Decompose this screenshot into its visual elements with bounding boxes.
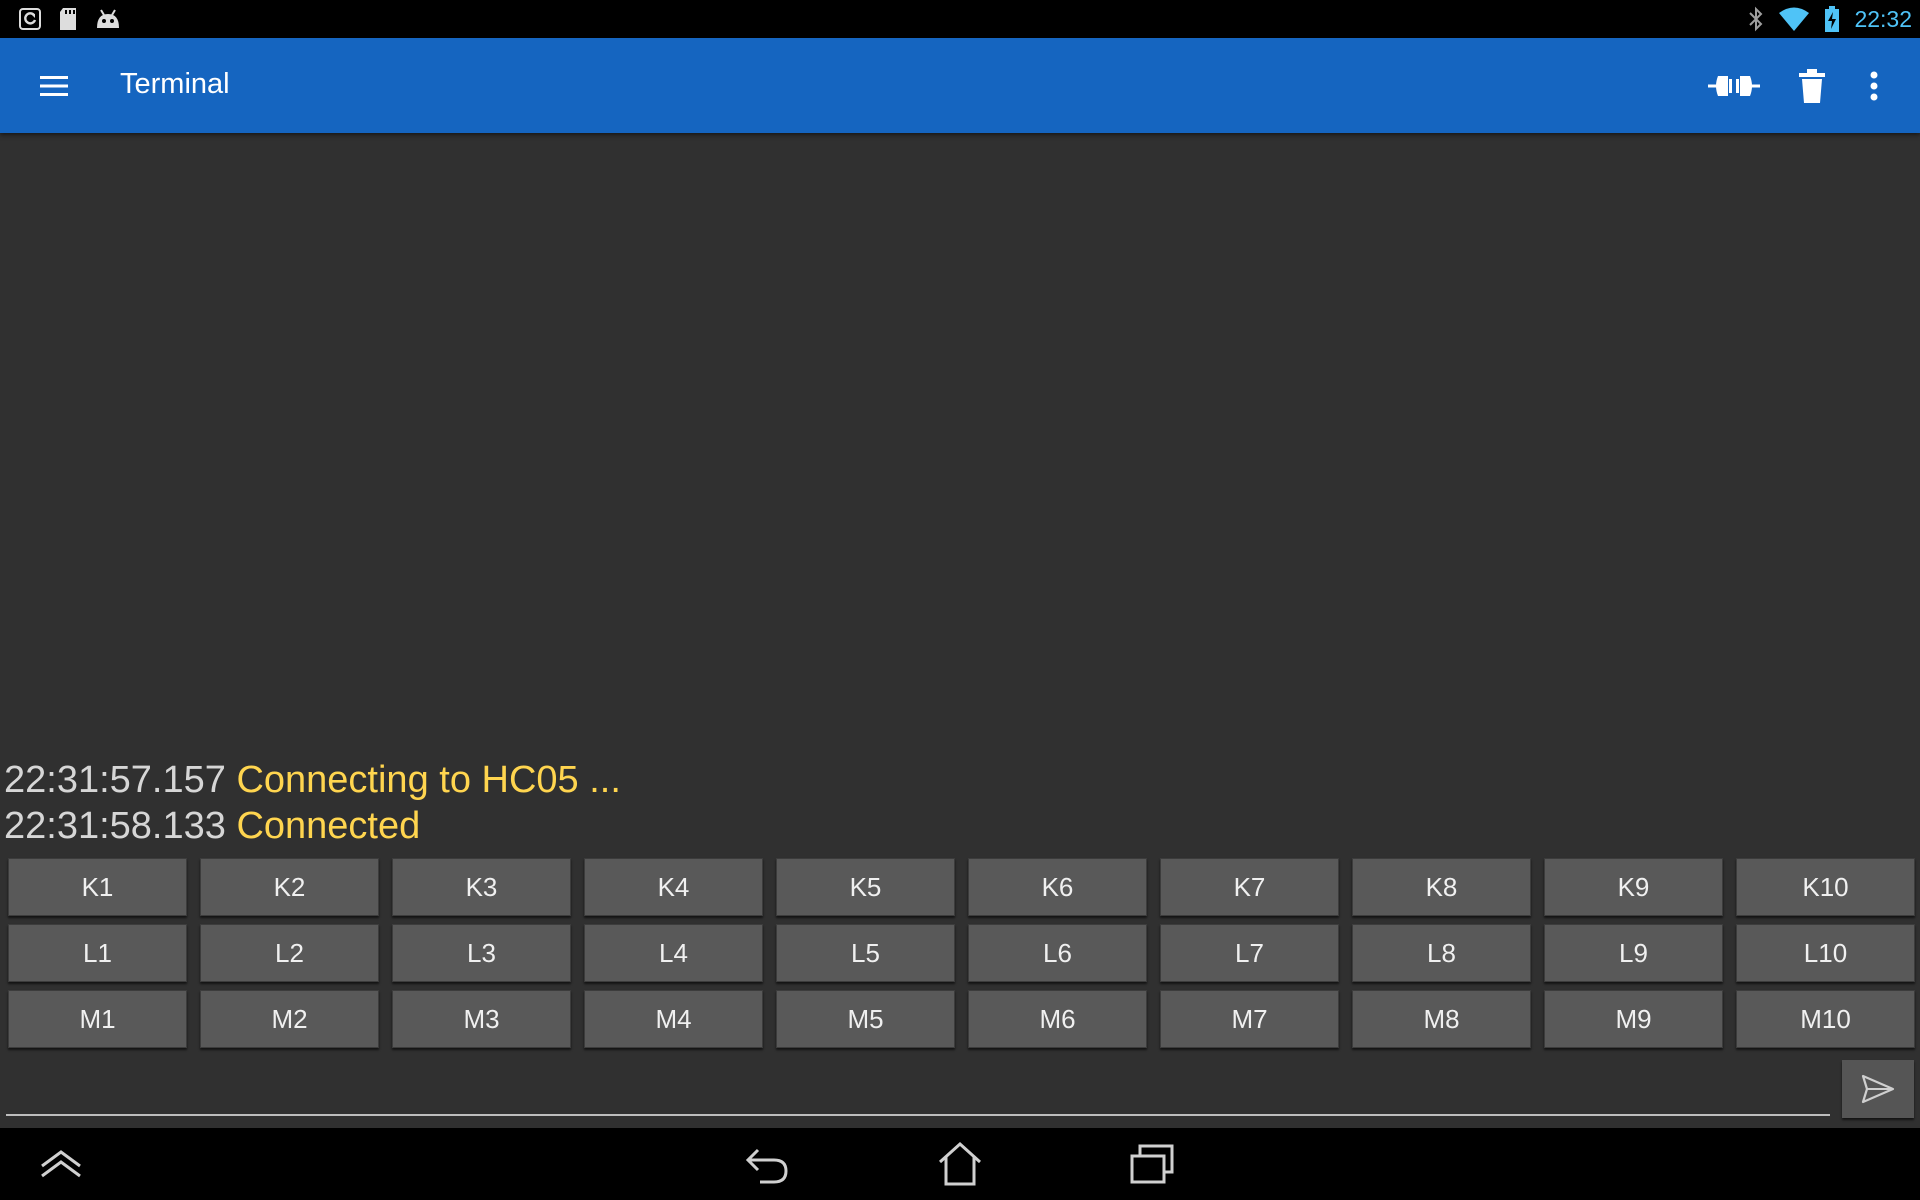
macro-key-k6[interactable]: K6 [968,858,1147,916]
menu-icon[interactable] [34,68,74,104]
macro-key-l4[interactable]: L4 [584,924,763,982]
terminal-line: 22:31:57.157 Connecting to HC05 ... [4,757,621,803]
macro-key-m1[interactable]: M1 [8,990,187,1048]
trash-icon[interactable] [1796,66,1828,106]
macro-key-k10[interactable]: K10 [1736,858,1915,916]
macro-key-l5[interactable]: L5 [776,924,955,982]
terminal-message: Connected [236,805,421,847]
macro-key-l3[interactable]: L3 [392,924,571,982]
back-icon[interactable] [744,1140,792,1188]
macro-key-m6[interactable]: M6 [968,990,1147,1048]
wifi-icon [1779,7,1810,31]
macro-key-m2[interactable]: M2 [200,990,379,1048]
macro-key-m4[interactable]: M4 [584,990,763,1048]
terminal-message: Connecting to HC05 ... [236,759,621,801]
macro-key-m5[interactable]: M5 [776,990,955,1048]
macro-key-m9[interactable]: M9 [1544,990,1723,1048]
battery-charging-icon [1825,6,1840,32]
macro-key-m8[interactable]: M8 [1352,990,1531,1048]
status-bar-system: 22:32 [1748,4,1912,34]
macro-key-l1[interactable]: L1 [8,924,187,982]
macro-key-l2[interactable]: L2 [200,924,379,982]
macro-key-k9[interactable]: K9 [1544,858,1723,916]
terminal-timestamp: 22:31:57.157 [4,759,226,801]
terminal-line: 22:31:58.133 Connected [4,803,420,849]
terminal-timestamp: 22:31:58.133 [4,805,226,847]
macro-key-m10[interactable]: M10 [1736,990,1915,1048]
more-vert-icon[interactable] [1858,66,1890,106]
macro-key-l10[interactable]: L10 [1736,924,1915,982]
macro-keys: K1 K2 K3 K4 K5 K6 K7 K8 K9 K10 L1 L2 L3 … [8,858,1915,1048]
recent-apps-icon[interactable] [1128,1140,1176,1188]
status-bar-notifications [18,7,122,31]
app-bar: Terminal [0,38,1920,133]
navigation-bar [0,1128,1920,1200]
send-button[interactable] [1842,1060,1914,1118]
macro-key-k3[interactable]: K3 [392,858,571,916]
macro-key-k2[interactable]: K2 [200,858,379,916]
send-text-input[interactable] [6,1060,1838,1114]
macro-key-m7[interactable]: M7 [1160,990,1339,1048]
macro-key-l6[interactable]: L6 [968,924,1147,982]
macro-key-k7[interactable]: K7 [1160,858,1339,916]
terminal-output[interactable]: 22:31:57.157 Connecting to HC05 ... 22:3… [0,133,1920,853]
macro-key-k5[interactable]: K5 [776,858,955,916]
android-icon [97,9,119,28]
send-icon [1861,1074,1895,1104]
macro-key-k1[interactable]: K1 [8,858,187,916]
send-text-field-container [6,1060,1838,1116]
macro-key-l9[interactable]: L9 [1544,924,1723,982]
status-bar: 22:32 [0,0,1920,38]
macro-key-k8[interactable]: K8 [1352,858,1531,916]
home-icon[interactable] [936,1140,984,1188]
connect-icon[interactable] [1706,66,1762,106]
sd-card-icon [60,8,76,30]
macro-key-m3[interactable]: M3 [392,990,571,1048]
expand-up-icon[interactable] [38,1140,84,1188]
macro-key-l7[interactable]: L7 [1160,924,1339,982]
page-title: Terminal [120,68,230,100]
macro-key-l8[interactable]: L8 [1352,924,1531,982]
sync-icon [19,8,41,30]
bluetooth-icon [1749,6,1763,32]
macro-key-k4[interactable]: K4 [584,858,763,916]
status-time: 22:32 [1854,5,1912,32]
